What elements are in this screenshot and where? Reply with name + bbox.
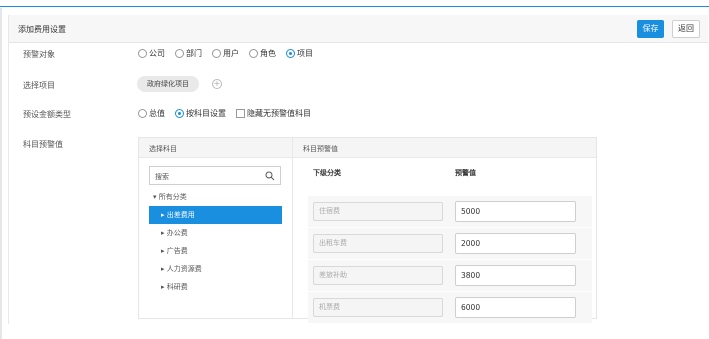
- tree-root[interactable]: ▾ 所有分类: [149, 188, 282, 206]
- category-tree: ▾ 所有分类 ▸ 出差费用 ▸ 办公费 ▸ 广告费 ▸ 人力资源费 ▸ 科研费: [149, 188, 282, 296]
- amount-option-total[interactable]: 总值: [138, 108, 165, 119]
- radio-icon: [249, 49, 258, 58]
- block-header: 选择科目 科目预警值: [139, 138, 596, 158]
- radio-icon: [138, 49, 147, 58]
- radio-selected-icon: [286, 49, 295, 58]
- table-row: 住宿费 5000: [308, 196, 592, 227]
- subject-threshold-label: 科目预警值: [23, 140, 63, 149]
- subcategory-name: 差旅补助: [313, 266, 443, 285]
- amount-type-label: 预设金额类型: [23, 110, 71, 119]
- threshold-input[interactable]: 2000: [455, 233, 576, 254]
- threshold-input[interactable]: 5000: [455, 201, 576, 222]
- top-bar: [0, 0, 709, 7]
- left-rule: [0, 8, 2, 339]
- threshold-input[interactable]: 6000: [455, 297, 576, 318]
- target-option-dept[interactable]: 部门: [175, 48, 202, 59]
- radio-icon: [175, 49, 184, 58]
- search-placeholder: 搜索: [155, 173, 169, 181]
- subcategory-name: 住宿费: [313, 202, 443, 221]
- tree-item-research[interactable]: ▸ 科研费: [149, 278, 282, 296]
- amount-type-options: 总值 按科目设置 隐藏无预警值科目: [138, 108, 311, 119]
- search-icon: [265, 171, 275, 181]
- subject-threshold-header: 科目预警值: [303, 145, 338, 153]
- target-label: 预警对象: [23, 50, 55, 59]
- search-input[interactable]: 搜索: [149, 166, 281, 185]
- tree-item-hr[interactable]: ▸ 人力资源费: [149, 260, 282, 278]
- target-option-project[interactable]: 项目: [286, 48, 313, 59]
- tree-item-office[interactable]: ▸ 办公费: [149, 224, 282, 242]
- select-subject-header: 选择科目: [149, 145, 177, 153]
- tree-item-travel[interactable]: ▸ 出差费用: [149, 206, 282, 224]
- column-divider: [292, 138, 293, 318]
- table-row: 机票费 6000: [308, 292, 592, 323]
- amount-option-by-subject[interactable]: 按科目设置: [175, 108, 226, 119]
- hide-empty-checkbox[interactable]: 隐藏无预警值科目: [236, 108, 311, 119]
- target-options: 公司 部门 用户 角色 项目: [138, 48, 313, 59]
- target-option-company[interactable]: 公司: [138, 48, 165, 59]
- table-row: 差旅补助 3800: [308, 260, 592, 291]
- settings-panel: 添加费用设置 保存 返回 预警对象 公司 部门 用户 角色 项目 选择项目 政府…: [8, 15, 708, 324]
- table-row: 出租车费 2000: [308, 228, 592, 259]
- checkbox-icon: [236, 109, 245, 118]
- radio-icon: [212, 49, 221, 58]
- column-threshold: 预警值: [455, 169, 476, 177]
- project-tag[interactable]: 政府绿化项目: [137, 76, 199, 92]
- subcategory-name: 出租车费: [313, 234, 443, 253]
- subject-threshold-block: 选择科目 科目预警值 搜索 ▾ 所有分类 ▸ 出差费用 ▸ 办公费 ▸ 广告费 …: [138, 137, 597, 323]
- back-button[interactable]: 返回: [672, 20, 700, 38]
- radio-selected-icon: [175, 109, 184, 118]
- column-subcategory: 下级分类: [313, 169, 341, 177]
- subcategory-name: 机票费: [313, 298, 443, 317]
- project-label: 选择项目: [23, 81, 55, 90]
- target-option-user[interactable]: 用户: [212, 48, 239, 59]
- page-title: 添加费用设置: [18, 25, 66, 34]
- table-header: 下级分类 预警值: [308, 166, 592, 182]
- tree-item-advertising[interactable]: ▸ 广告费: [149, 242, 282, 260]
- save-button[interactable]: 保存: [637, 20, 664, 38]
- add-project-icon[interactable]: +: [212, 79, 222, 89]
- panel-header: 添加费用设置 保存 返回: [9, 15, 708, 43]
- radio-icon: [138, 109, 147, 118]
- threshold-input[interactable]: 3800: [455, 265, 576, 286]
- target-option-role[interactable]: 角色: [249, 48, 276, 59]
